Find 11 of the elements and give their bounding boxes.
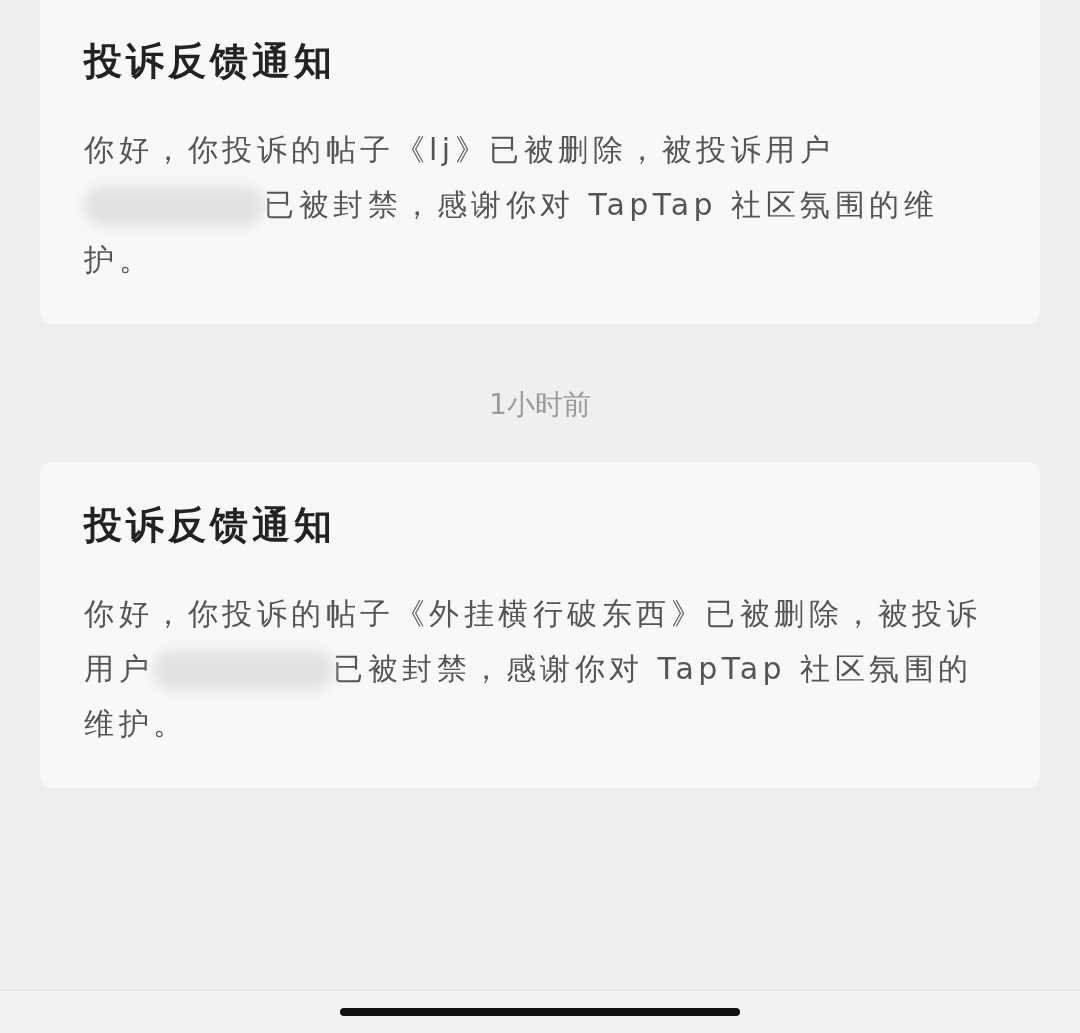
message-text: 用户 xyxy=(84,650,153,688)
message-text: 维护。 xyxy=(84,705,188,743)
message-text: 已被封禁，感谢你对 TapTap 社区氛围的 xyxy=(333,650,973,688)
message-text: 护。 xyxy=(84,241,153,279)
notification-title: 投诉反馈通知 xyxy=(84,38,337,85)
message-text: 你好，你投诉的帖子《lj》已被删除，被投诉用户 xyxy=(84,131,835,169)
message-text: 已被封禁，感谢你对 TapTap 社区氛围的维 xyxy=(264,186,939,224)
timestamp: 1小时前 xyxy=(489,387,591,423)
home-indicator[interactable] xyxy=(340,1008,740,1016)
message-text: 你好，你投诉的帖子《外挂横行破东西》已被删除，被投诉 xyxy=(84,595,981,633)
notification-title: 投诉反馈通知 xyxy=(84,502,337,549)
